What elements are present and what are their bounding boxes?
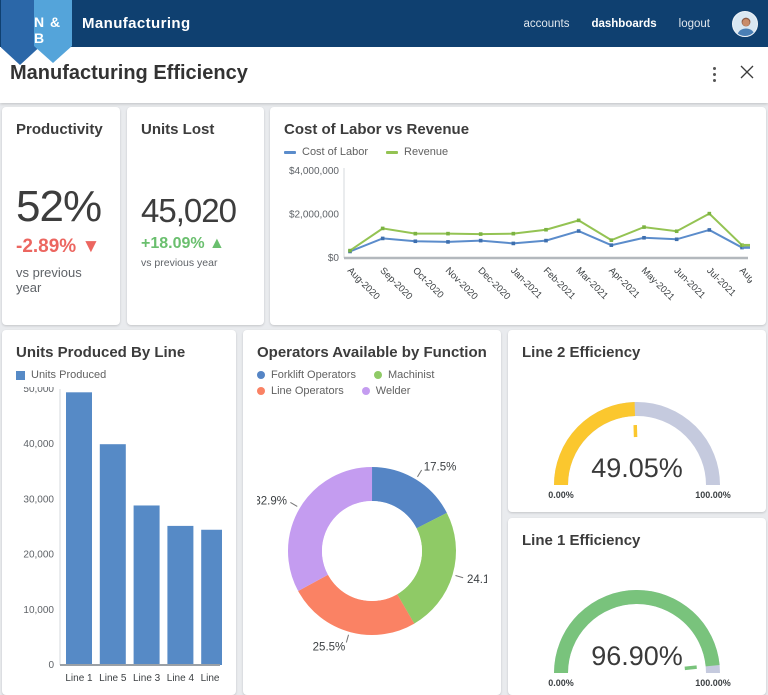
svg-text:$0: $0 <box>328 253 340 264</box>
svg-text:Line 4: Line 4 <box>167 673 195 684</box>
svg-text:24.1%: 24.1% <box>467 574 487 586</box>
legend-swatch <box>362 387 370 395</box>
kpi-compare-label: vs previous year <box>16 265 106 295</box>
legend-swatch <box>374 371 382 379</box>
donut-chart-canvas[interactable]: 17.5% 24.1% 25.5% 32.9% <box>257 403 487 695</box>
legend-label: Forklift Operators <box>271 369 356 381</box>
svg-text:32.9%: 32.9% <box>257 495 287 507</box>
legend-label: Line Operators <box>271 385 344 397</box>
gauge-card-line1-efficiency: Line 1 Efficiency 96.90% 0.00% 100.00% <box>508 518 766 695</box>
svg-text:17.5%: 17.5% <box>424 462 457 474</box>
svg-text:Apr-2021: Apr-2021 <box>606 265 641 300</box>
nav-link-accounts[interactable]: accounts <box>523 18 569 30</box>
gauge-chart-canvas[interactable]: 49.05% 0.00% 100.00% <box>522 373 752 512</box>
legend-item[interactable]: Cost of Labor <box>284 146 368 158</box>
svg-text:40,000: 40,000 <box>23 439 54 450</box>
svg-text:Jul-2021: Jul-2021 <box>704 265 738 299</box>
kpi-title: Productivity <box>16 121 106 138</box>
svg-text:50,000: 50,000 <box>23 387 54 395</box>
legend-swatch <box>257 371 265 379</box>
chart-legend: Cost of Labor Revenue <box>284 146 752 158</box>
page-title: Manufacturing Efficiency <box>10 62 248 85</box>
nav-links: accounts dashboards logout <box>523 0 758 47</box>
svg-text:Jan-2021: Jan-2021 <box>508 265 544 301</box>
kpi-title: Units Lost <box>141 121 250 138</box>
legend-label: Cost of Labor <box>302 146 368 158</box>
svg-text:0: 0 <box>48 660 54 671</box>
chart-title: Line 1 Efficiency <box>522 532 752 549</box>
legend-swatch <box>16 371 25 380</box>
nav-link-dashboards[interactable]: dashboards <box>591 18 656 30</box>
kpi-card-units-lost: Units Lost 45,020 +18.09% ▲ vs previous … <box>127 107 264 325</box>
svg-text:$4,000,000: $4,000,000 <box>289 166 339 177</box>
svg-text:Sep-2020: Sep-2020 <box>378 265 415 302</box>
chart-legend: Forklift Operators Machinist Line Operator… <box>257 369 487 397</box>
kebab-menu-icon[interactable] <box>709 65 720 84</box>
chart-title: Line 2 Efficiency <box>522 344 752 361</box>
svg-text:Line 5: Line 5 <box>99 673 127 684</box>
svg-text:Jun-2021: Jun-2021 <box>672 265 708 301</box>
chart-title: Units Produced By Line <box>16 344 222 361</box>
svg-text:Dec-2020: Dec-2020 <box>476 265 513 302</box>
legend-item[interactable]: Line Operators <box>257 385 344 397</box>
legend-label: Welder <box>376 385 411 397</box>
kpi-value: 45,020 <box>141 194 250 229</box>
svg-text:$2,000,000: $2,000,000 <box>289 210 339 221</box>
svg-text:Oct-2020: Oct-2020 <box>410 265 445 300</box>
svg-text:Feb-2021: Feb-2021 <box>541 265 578 302</box>
gauge-chart-canvas[interactable]: 96.90% 0.00% 100.00% <box>522 561 752 695</box>
svg-text:49.05%: 49.05% <box>591 453 683 483</box>
svg-text:May-2021: May-2021 <box>639 265 677 303</box>
chart-title: Cost of Labor vs Revenue <box>284 121 752 138</box>
legend-item[interactable]: Forklift Operators <box>257 369 356 381</box>
bar-chart-canvas[interactable]: 0 10,000 20,000 30,000 40,000 50,000 Line 1 Lin… <box>16 387 222 695</box>
svg-text:30,000: 30,000 <box>23 494 54 505</box>
legend-item[interactable]: Welder <box>362 385 411 397</box>
chart-title: Operators Available by Function <box>257 344 487 361</box>
kpi-compare-label: vs previous year <box>141 257 250 269</box>
kpi-card-productivity: Productivity 52% -2.89% ▼ vs previous ye… <box>2 107 120 325</box>
chart-card-units-by-line: Units Produced By Line Units Produced 0 1… <box>2 330 236 695</box>
svg-text:25.5%: 25.5% <box>313 641 346 653</box>
svg-text:0.00%: 0.00% <box>548 678 574 688</box>
brand-name: Manufacturing <box>82 0 191 47</box>
kpi-delta: -2.89% ▼ <box>16 236 106 258</box>
legend-item[interactable]: Units Produced <box>16 369 106 381</box>
svg-text:Aug-2021: Aug-2021 <box>737 265 752 302</box>
chart-card-labor-vs-revenue: Cost of Labor vs Revenue Cost of Labor Re… <box>270 107 766 325</box>
svg-text:100.00%: 100.00% <box>695 678 731 688</box>
nav-link-logout[interactable]: logout <box>679 18 710 30</box>
svg-text:Line 2: Line 2 <box>201 673 222 684</box>
legend-swatch <box>386 151 398 154</box>
avatar-image <box>733 12 758 37</box>
svg-text:Aug-2020: Aug-2020 <box>345 265 382 302</box>
legend-item[interactable]: Machinist <box>374 369 434 381</box>
legend-swatch <box>284 151 296 154</box>
user-avatar[interactable] <box>732 11 758 37</box>
svg-text:Mar-2021: Mar-2021 <box>574 265 611 302</box>
svg-text:Line 1: Line 1 <box>65 673 93 684</box>
top-navbar: N & B Manufacturing accounts dashboards … <box>0 0 768 47</box>
legend-item[interactable]: Revenue <box>386 146 448 158</box>
chart-legend: Units Produced <box>16 369 222 381</box>
svg-text:96.90%: 96.90% <box>591 641 683 671</box>
legend-label: Machinist <box>388 369 434 381</box>
svg-text:Line 3: Line 3 <box>133 673 161 684</box>
svg-text:20,000: 20,000 <box>23 550 54 561</box>
close-icon[interactable] <box>740 65 754 84</box>
svg-text:0.00%: 0.00% <box>548 490 574 500</box>
legend-label: Revenue <box>404 146 448 158</box>
page-header: Manufacturing Efficiency <box>0 47 768 103</box>
line-chart-canvas[interactable]: $0 $2,000,000 $4,000,000 Aug-2020Sep-2020Oc… <box>284 164 752 321</box>
legend-label: Units Produced <box>31 369 106 381</box>
kpi-delta: +18.09% ▲ <box>141 235 250 253</box>
svg-text:100.00%: 100.00% <box>695 490 731 500</box>
kpi-value: 52% <box>16 184 106 230</box>
legend-swatch <box>257 387 265 395</box>
svg-text:Nov-2020: Nov-2020 <box>443 265 480 302</box>
svg-text:10,000: 10,000 <box>23 605 54 616</box>
chart-card-operators: Operators Available by Function Forklift… <box>243 330 501 695</box>
gauge-card-line2-efficiency: Line 2 Efficiency 49.05% 0.00% 100.00% <box>508 330 766 512</box>
